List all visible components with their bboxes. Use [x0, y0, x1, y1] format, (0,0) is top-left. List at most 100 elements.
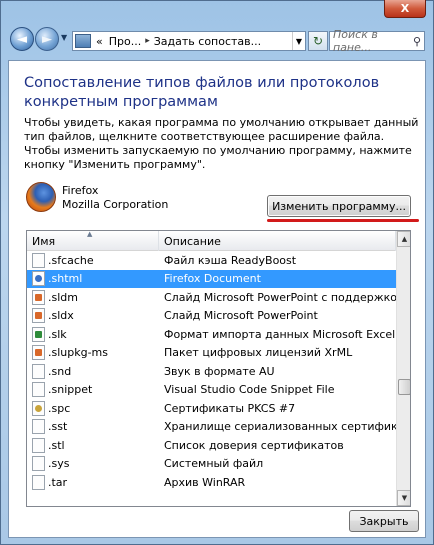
list-item-description: Хранилище сериализованных сертификатов	[164, 420, 396, 434]
list-item[interactable]: .sldx Слайд Microsoft PowerPoint	[27, 307, 396, 326]
close-button[interactable]: Закрыть	[349, 510, 419, 532]
list-item-description: Слайд Microsoft PowerPoint с поддержкой …	[164, 290, 396, 304]
extension-label: .stl	[48, 438, 65, 452]
back-button[interactable]: ◄	[10, 27, 34, 51]
file-type-icon	[32, 289, 45, 305]
sort-ascending-icon: ▲	[87, 230, 93, 238]
extension-label: .sfcache	[48, 253, 94, 267]
list-item-description: Файл кэша ReadyBoost	[164, 253, 297, 267]
list-item[interactable]: .stl Список доверия сертификатов	[27, 436, 396, 455]
list-item[interactable]: .sldm Слайд Microsoft PowerPoint с поддер…	[27, 288, 396, 307]
file-type-icon	[32, 400, 45, 416]
list-item[interactable]: .slupkg-ms Пакет цифровых лицензий XrML	[27, 344, 396, 363]
file-type-icon	[32, 363, 45, 379]
address-dropdown-icon[interactable]: ▼	[291, 32, 305, 50]
file-type-icon	[32, 437, 45, 453]
column-description-label: Описание	[164, 234, 221, 248]
file-type-icon	[32, 252, 45, 268]
list-item[interactable]: .snippet Visual Studio Code Snippet File	[27, 381, 396, 400]
breadcrumb-overflow[interactable]: «	[93, 35, 106, 48]
list-item-name: .shtml	[27, 271, 159, 287]
search-icon[interactable]: ⚲	[413, 35, 421, 48]
current-program-name: Firefox	[62, 184, 99, 197]
extension-label: .sldx	[48, 309, 74, 323]
search-input[interactable]: Поиск в пане... ⚲	[329, 28, 425, 54]
column-name-header[interactable]: Имя ▲	[27, 231, 159, 251]
list-item[interactable]: .sys Системный файл	[27, 455, 396, 474]
list-header: Имя ▲ Описание	[27, 231, 396, 251]
file-type-icon	[32, 382, 45, 398]
file-type-icon	[32, 419, 45, 435]
extension-label: .slupkg-ms	[48, 346, 109, 360]
column-description-header[interactable]: Описание	[159, 231, 396, 251]
file-type-icon	[32, 456, 45, 472]
content-panel: Сопоставление типов файлов или протоколо…	[8, 60, 426, 538]
extension-label: .sys	[48, 457, 70, 471]
list-item[interactable]: .tar Архив WinRAR	[27, 473, 396, 492]
scroll-up-icon[interactable]: ▲	[397, 231, 410, 247]
vertical-scrollbar[interactable]: ▲ ▼	[396, 231, 410, 506]
file-type-icon	[32, 271, 45, 287]
page-description: Чтобы увидеть, какая программа по умолча…	[24, 116, 419, 171]
file-type-icon	[32, 326, 45, 342]
list-item-name: .tar	[27, 474, 159, 490]
file-type-icon	[32, 345, 45, 361]
recent-pages-chevron-icon[interactable]: ▼	[61, 33, 67, 42]
list-item-name: .sys	[27, 456, 159, 472]
extension-label: .sldm	[48, 290, 78, 304]
breadcrumb-set-associations[interactable]: Задать сопостав...	[151, 35, 264, 48]
scrollbar-thumb[interactable]	[398, 379, 410, 395]
list-item-name: .sfcache	[27, 252, 159, 268]
extension-label: .snippet	[48, 383, 93, 397]
extension-label: .slk	[48, 327, 67, 341]
list-item-name: .slupkg-ms	[27, 345, 159, 361]
list-item-description: Системный файл	[164, 457, 264, 471]
refresh-button[interactable]: ↻	[308, 31, 328, 51]
list-item[interactable]: .slk Формат импорта данных Microsoft Exce…	[27, 325, 396, 344]
list-item-description: Firefox Document	[164, 272, 261, 286]
extension-label: .tar	[48, 475, 68, 489]
control-panel-icon	[75, 34, 91, 48]
list-item-description: Звук в формате AU	[164, 364, 275, 378]
list-item-description: Пакет цифровых лицензий XrML	[164, 346, 353, 360]
list-item-description: Формат импорта данных Microsoft Excel SL…	[164, 327, 396, 341]
list-item-name: .sldx	[27, 308, 159, 324]
file-type-icon	[32, 474, 45, 490]
firefox-icon	[26, 182, 56, 212]
search-placeholder: Поиск в пане...	[333, 28, 378, 54]
page-title: Сопоставление типов файлов или протоколо…	[24, 75, 380, 110]
file-types-list[interactable]: Имя ▲ Описание .sfcache Файл кэша ReadyBo…	[26, 230, 411, 507]
list-item[interactable]: .shtml Firefox Document	[27, 269, 396, 288]
list-item[interactable]: .snd Звук в формате AU	[27, 362, 396, 381]
scroll-down-icon[interactable]: ▼	[397, 490, 410, 506]
extension-label: .sst	[48, 420, 68, 434]
extension-label: .snd	[48, 364, 72, 378]
window-close-button[interactable]: X	[384, 0, 426, 18]
list-item-description: Слайд Microsoft PowerPoint	[164, 309, 318, 323]
list-item-description: Сертификаты PKCS #7	[164, 401, 296, 415]
column-name-label: Имя	[32, 234, 56, 248]
title-bar: X ◄ ► ▼ « Про... ▸ Задать сопостав... ▼ …	[0, 0, 434, 60]
address-bar[interactable]: « Про... ▸ Задать сопостав... ▼	[72, 31, 306, 51]
list-item[interactable]: .spc Сертификаты PKCS #7	[27, 399, 396, 418]
list-item-name: .spc	[27, 400, 159, 416]
list-item-description: Архив WinRAR	[164, 475, 246, 489]
list-item-name: .sst	[27, 419, 159, 435]
list-item-name: .snd	[27, 363, 159, 379]
list-item-name: .sldm	[27, 289, 159, 305]
list-body: .sfcache Файл кэша ReadyBoost .shtml Firefo…	[27, 251, 396, 506]
current-program-company: Mozilla Corporation	[62, 198, 169, 211]
extension-label: .shtml	[48, 272, 83, 286]
extension-label: .spc	[48, 401, 71, 415]
list-item-description: Список доверия сертификатов	[164, 438, 344, 452]
forward-button[interactable]: ►	[35, 27, 59, 51]
file-type-icon	[32, 308, 45, 324]
list-item[interactable]: .sst Хранилище сериализованных сертификат…	[27, 418, 396, 437]
list-item-name: .snippet	[27, 382, 159, 398]
change-program-button[interactable]: Изменить программу...	[267, 195, 411, 217]
list-item-description: Visual Studio Code Snippet File	[164, 383, 335, 397]
annotation-underline	[267, 219, 419, 222]
breadcrumb-programs[interactable]: Про...	[106, 35, 144, 48]
list-item-name: .slk	[27, 326, 159, 342]
list-item[interactable]: .sfcache Файл кэша ReadyBoost	[27, 251, 396, 270]
